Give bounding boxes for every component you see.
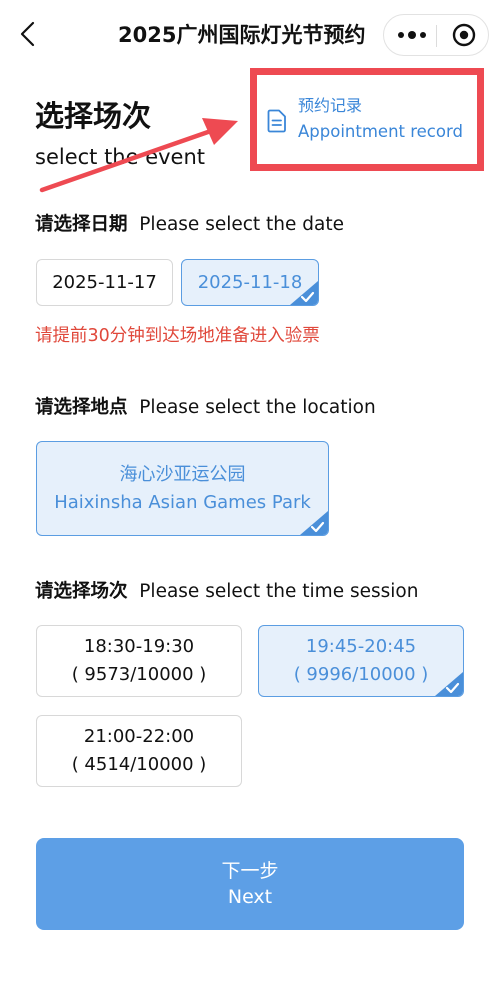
nav-bar: 2025广州国际灯光节预约: [0, 0, 500, 70]
session-option-3[interactable]: 21:00-22:00 ( 4514/10000 ): [36, 715, 242, 787]
close-button[interactable]: [444, 15, 484, 55]
document-icon: [266, 108, 288, 134]
capsule-divider: [436, 25, 437, 47]
location-label-cn: 请选择地点: [35, 397, 128, 418]
booking-page: 2025广州国际灯光节预约 选择场次 select the event 预约记录…: [0, 0, 500, 987]
session-label-cn: 请选择场次: [35, 581, 128, 602]
arrival-notice: 请提前30分钟到达场地准备进入验票: [35, 326, 320, 346]
selected-check-icon: [435, 672, 463, 696]
location-name-cn: 海心沙亚运公园: [119, 463, 246, 485]
next-label-en: Next: [227, 886, 273, 908]
session-capacity: ( 9996/10000 ): [293, 664, 429, 685]
next-label-cn: 下一步: [221, 860, 279, 882]
session-time: 19:45-20:45: [305, 636, 417, 657]
record-label-en: Appointment record: [298, 122, 463, 141]
date-section-label: 请选择日期 Please select the date: [35, 211, 344, 239]
session-section-label: 请选择场次 Please select the time session: [35, 578, 418, 606]
session-capacity: ( 9573/10000 ): [71, 664, 207, 685]
more-dots-icon: [398, 31, 426, 39]
heading-title-en: select the event: [35, 145, 206, 169]
date-option-2[interactable]: 2025-11-18: [181, 259, 319, 306]
session-option-2[interactable]: 19:45-20:45 ( 9996/10000 ): [258, 625, 464, 697]
back-button[interactable]: [12, 18, 44, 50]
date-label-en: Please select the date: [139, 214, 345, 235]
session-option-1[interactable]: 18:30-19:30 ( 9573/10000 ): [36, 625, 242, 697]
mini-program-capsule: [383, 14, 489, 56]
location-section-label: 请选择地点 Please select the location: [35, 394, 376, 422]
date-label-cn: 请选择日期: [35, 214, 128, 235]
page-title: 2025广州国际灯光节预约: [118, 23, 366, 47]
date-option-label: 2025-11-17: [52, 271, 157, 293]
heading-title-cn: 选择场次: [35, 99, 152, 133]
selected-check-icon: [290, 281, 318, 305]
session-time: 21:00-22:00: [83, 726, 195, 747]
more-button[interactable]: [394, 15, 430, 55]
location-label-en: Please select the location: [139, 397, 376, 418]
session-capacity: ( 4514/10000 ): [71, 754, 207, 775]
next-button[interactable]: 下一步 Next: [36, 838, 464, 930]
chevron-left-icon: [20, 21, 35, 47]
selected-check-icon: [300, 511, 328, 535]
session-label-en: Please select the time session: [139, 581, 419, 602]
date-option-label: 2025-11-18: [197, 271, 303, 293]
location-name-en: Haixinsha Asian Games Park: [54, 491, 311, 513]
record-label-cn: 预约记录: [298, 96, 363, 115]
appointment-record-button[interactable]: 预约记录 Appointment record: [266, 89, 476, 153]
location-option-haixinsha[interactable]: 海心沙亚运公园 Haixinsha Asian Games Park: [36, 441, 329, 536]
session-time: 18:30-19:30: [83, 636, 195, 657]
date-option-1[interactable]: 2025-11-17: [36, 259, 173, 306]
target-circle-icon: [452, 23, 476, 47]
